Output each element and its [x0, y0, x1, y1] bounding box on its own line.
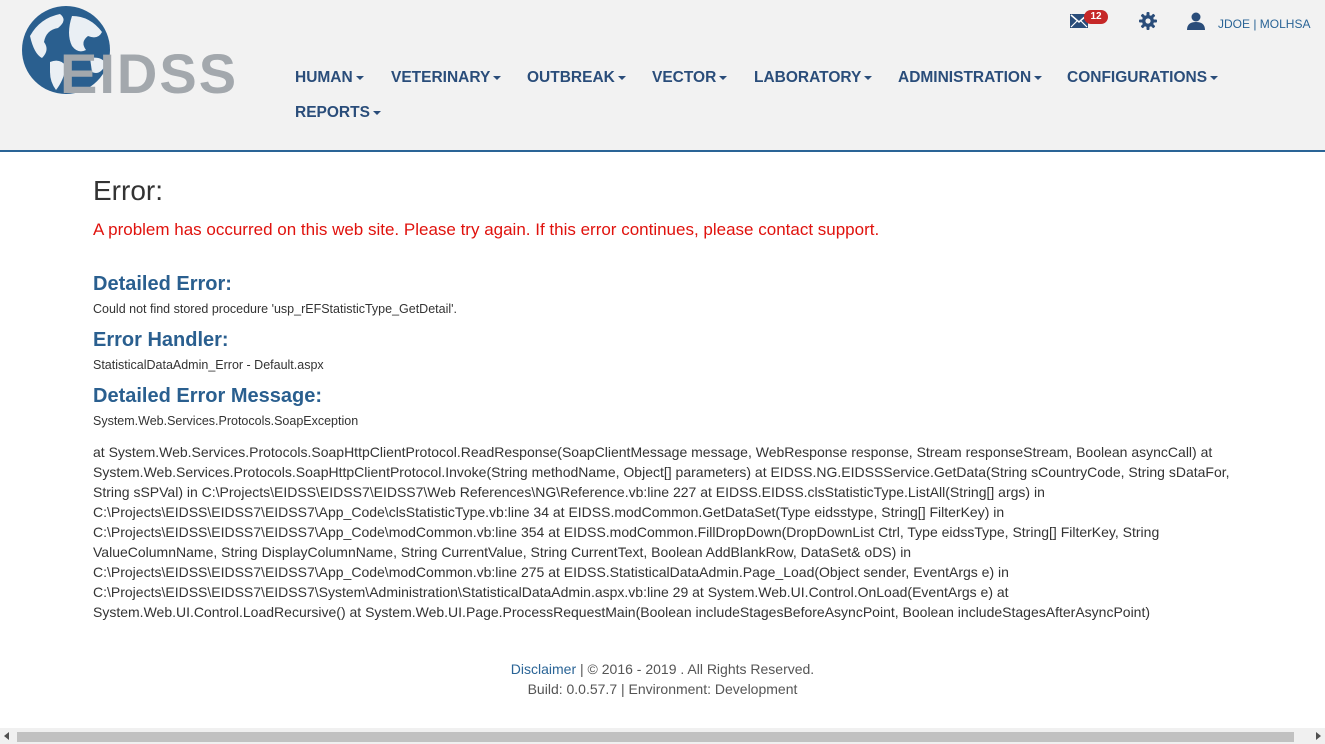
mail-count-badge: 12	[1084, 10, 1108, 24]
stack-trace-line: C:\Projects\EIDSS\EIDSS7\EIDSS7\App_Code…	[93, 524, 1160, 540]
gear-icon[interactable]	[1139, 12, 1157, 35]
horizontal-scrollbar[interactable]	[0, 728, 1325, 744]
caret-down-icon	[864, 75, 873, 80]
stack-trace-line: C:\Projects\EIDSS\EIDSS7\EIDSS7\App_Code…	[93, 504, 1005, 520]
stack-trace-line: System.Web.UI.Control.LoadRecursive() at…	[93, 604, 1151, 620]
detailed-message-heading: Detailed Error Message:	[93, 385, 322, 407]
error-handler-text: StatisticalDataAdmin_Error - Default.asp…	[93, 358, 324, 372]
user-account-link[interactable]: JDOE | MOLHSA	[1218, 17, 1310, 31]
caret-down-icon	[1034, 75, 1043, 80]
header-bar: EIDSS HUMAN VETERINARY OUTBREAK VECTOR L…	[0, 0, 1325, 152]
page-title: Error:	[93, 175, 163, 206]
nav-label: ADMINISTRATION	[898, 69, 1032, 86]
stack-trace-line: String sSPVal) in C:\Projects\EIDSS\EIDS…	[93, 484, 1045, 500]
nav-veterinary[interactable]: VETERINARY	[391, 68, 502, 88]
nav-human[interactable]: HUMAN	[295, 68, 364, 88]
nav-label: VECTOR	[652, 69, 717, 86]
nav-label: CONFIGURATIONS	[1067, 69, 1208, 86]
caret-down-icon	[1210, 75, 1219, 80]
nav-outbreak[interactable]: OUTBREAK	[527, 68, 626, 88]
nav-label: LABORATORY	[754, 69, 862, 86]
caret-down-icon	[617, 75, 626, 80]
detailed-error-heading: Detailed Error:	[93, 273, 232, 295]
nav-label: VETERINARY	[391, 69, 491, 86]
stack-trace-line: System.Web.Services.Protocols.SoapHttpCl…	[93, 464, 1230, 480]
eidss-logo[interactable]: EIDSS	[20, 6, 236, 102]
scroll-left-icon[interactable]	[4, 732, 9, 740]
caret-down-icon	[372, 110, 381, 115]
scroll-right-icon[interactable]	[1316, 732, 1321, 740]
logo-text: EIDSS	[60, 42, 239, 105]
nav-configurations[interactable]: CONFIGURATIONS	[1067, 68, 1219, 88]
stack-trace-line: ValueColumnName, String DisplayColumnNam…	[93, 544, 912, 560]
detailed-message-text: System.Web.Services.Protocols.SoapExcept…	[93, 414, 359, 428]
nav-label: REPORTS	[295, 104, 370, 121]
nav-label: OUTBREAK	[527, 69, 615, 86]
error-handler-heading: Error Handler:	[93, 329, 229, 351]
caret-down-icon	[719, 75, 728, 80]
stack-trace-line: at System.Web.Services.Protocols.SoapHtt…	[93, 444, 1213, 460]
build-info: Build: 0.0.57.7 | Environment: Developme…	[527, 681, 798, 697]
footer: Disclaimer | © 2016 - 2019 . All Rights …	[0, 659, 1325, 699]
nav-laboratory[interactable]: LABORATORY	[754, 68, 873, 88]
disclaimer-link[interactable]: Disclaimer	[511, 661, 576, 677]
stack-trace-line: C:\Projects\EIDSS\EIDSS7\EIDSS7\System\A…	[93, 584, 1009, 600]
caret-down-icon	[355, 75, 364, 80]
copyright-text: | © 2016 - 2019 . All Rights Reserved.	[576, 661, 815, 677]
nav-administration[interactable]: ADMINISTRATION	[898, 68, 1043, 88]
user-icon[interactable]	[1187, 12, 1205, 35]
nav-vector[interactable]: VECTOR	[652, 68, 728, 88]
stack-trace-line: C:\Projects\EIDSS\EIDSS7\EIDSS7\App_Code…	[93, 564, 1009, 580]
detailed-error-text: Could not find stored procedure 'usp_rEF…	[93, 302, 457, 316]
footer-copyright-line: Disclaimer | © 2016 - 2019 . All Rights …	[0, 659, 1325, 679]
nav-label: HUMAN	[295, 69, 353, 86]
caret-down-icon	[493, 75, 502, 80]
scrollbar-thumb[interactable]	[17, 732, 1294, 742]
stack-trace: at System.Web.Services.Protocols.SoapHtt…	[93, 442, 1243, 622]
error-message: A problem has occurred on this web site.…	[93, 220, 880, 239]
nav-reports[interactable]: REPORTS	[295, 103, 381, 123]
